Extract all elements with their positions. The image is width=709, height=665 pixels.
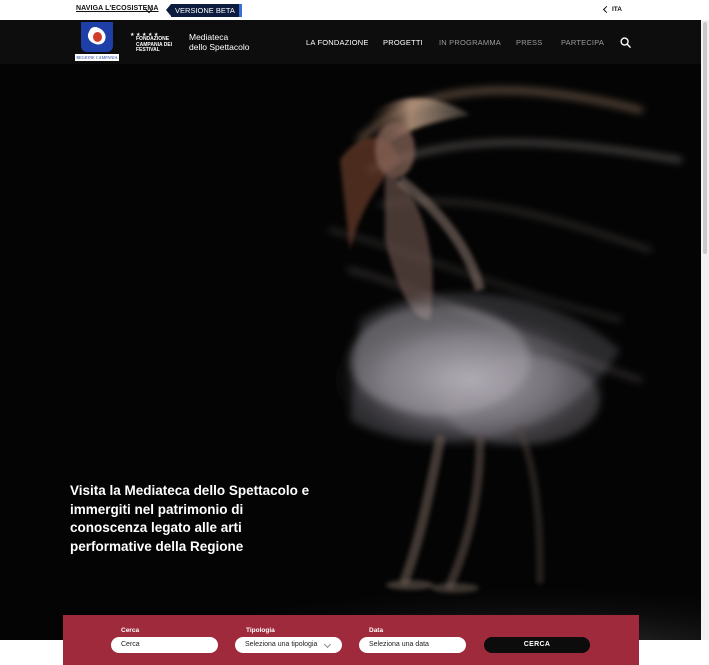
main-navbar: REGIONE CAMPANIA ★★★★★ FONDAZIONE CAMPAN… xyxy=(0,20,701,64)
search-panel: Cerca Cerca Tipologia Seleziona una tipo… xyxy=(63,615,639,665)
fcf-logo-text: FONDAZIONE CAMPANIA DEI FESTIVAL xyxy=(136,36,173,54)
nav-item-progetti[interactable]: PROGETTI xyxy=(383,38,423,47)
scrollbar-thumb[interactable] xyxy=(703,22,707,254)
fondazione-campania-festival-logo[interactable]: ★★★★★ FONDAZIONE CAMPANIA DEI FESTIVAL xyxy=(130,32,178,58)
search-submit-button[interactable]: CERCA xyxy=(484,637,590,653)
hero-section: REGIONE CAMPANIA ★★★★★ FONDAZIONE CAMPAN… xyxy=(0,20,701,640)
search-input[interactable]: Cerca xyxy=(111,637,218,653)
date-input[interactable]: Seleziona una data xyxy=(359,637,466,653)
nav-item-partecipa[interactable]: PARTECIPA xyxy=(561,38,604,47)
site-title-line2: dello Spettacolo xyxy=(189,41,250,52)
shield-icon xyxy=(81,22,113,52)
tipologia-label: Tipologia xyxy=(246,627,275,634)
nav-item-la-fondazione[interactable]: LA FONDAZIONE xyxy=(306,38,369,47)
site-title[interactable]: Mediateca dello Spettacolo xyxy=(189,32,250,52)
tipologia-select-value: Seleziona una tipologia xyxy=(245,641,318,648)
language-selector[interactable]: ITA xyxy=(612,6,622,13)
region-logo-label: REGIONE CAMPANIA xyxy=(75,54,119,61)
cerca-label: Cerca xyxy=(121,627,140,634)
chevron-left-icon[interactable] xyxy=(602,5,611,14)
nav-item-in-programma[interactable]: IN PROGRAMMA xyxy=(439,38,501,47)
hero-headline: Visita la Mediateca dello Spettacolo e i… xyxy=(70,483,310,554)
regione-campania-logo[interactable]: REGIONE CAMPANIA xyxy=(75,22,119,62)
utility-bar: NAVIGA L'ECOSISTEMA VERSIONE BETA ITA xyxy=(0,0,709,20)
beta-badge: VERSIONE BETA xyxy=(166,4,242,17)
search-icon[interactable] xyxy=(620,37,631,48)
data-label: Data xyxy=(369,627,384,634)
nav-item-press[interactable]: PRESS xyxy=(516,38,542,47)
